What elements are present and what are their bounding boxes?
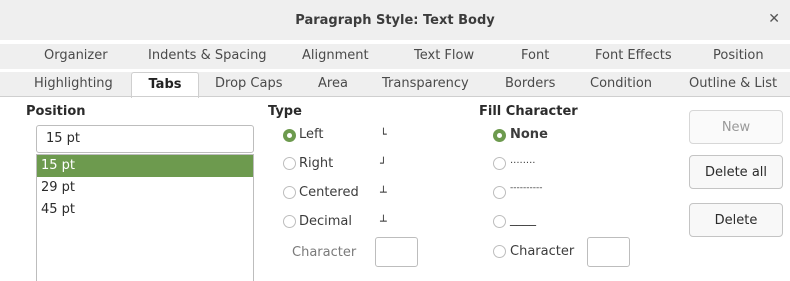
fill-underline-label: ____ [510,212,536,227]
type-right-radio[interactable] [283,157,296,170]
fill-dots-label: ........ [510,155,536,166]
tab-transparency[interactable]: Transparency [382,76,469,91]
position-input[interactable]: 15 pt [36,125,254,153]
tab-row-2: Highlighting Tabs Drop Caps Area Transpa… [0,72,790,98]
decimal-character-label: Character [292,245,357,260]
tab-text-flow[interactable]: Text Flow [414,48,474,63]
type-right-label: Right [299,156,334,171]
tab-right-icon: ┘ [380,157,387,170]
tab-drop-caps[interactable]: Drop Caps [215,76,282,91]
tab-alignment[interactable]: Alignment [302,48,369,63]
new-button[interactable]: New [689,110,783,144]
delete-all-button[interactable]: Delete all [689,155,783,189]
tab-area[interactable]: Area [318,76,348,91]
tab-decimal-icon: ┴ [380,215,387,228]
tab-row-1: Organizer Indents & Spacing Alignment Te… [0,44,790,69]
fill-underline-radio[interactable] [493,215,506,228]
type-centered-radio[interactable] [283,186,296,199]
tab-left-icon: └ [380,128,387,141]
delete-button[interactable]: Delete [689,203,783,237]
close-icon[interactable]: ✕ [768,11,780,27]
type-heading: Type [268,104,302,119]
tab-condition[interactable]: Condition [590,76,652,91]
tab-centered-icon: ┴ [380,186,387,199]
tab-indents-spacing[interactable]: Indents & Spacing [148,48,267,63]
type-centered-label: Centered [299,185,359,200]
type-decimal-radio[interactable] [283,215,296,228]
fill-dashes-radio[interactable] [493,186,506,199]
tab-position[interactable]: Position [713,48,764,63]
fill-character-label: Character [510,244,575,259]
tab-organizer[interactable]: Organizer [44,48,108,63]
title-bar: Paragraph Style: Text Body ✕ [0,0,790,40]
decimal-character-input[interactable] [375,237,418,267]
position-list[interactable]: 15 pt 29 pt 45 pt [36,154,254,281]
tab-font-effects[interactable]: Font Effects [595,48,672,63]
position-heading: Position [26,104,86,119]
list-item[interactable]: 45 pt [37,199,253,221]
list-item[interactable]: 29 pt [37,177,253,199]
window-title: Paragraph Style: Text Body [295,13,495,28]
fill-character-radio[interactable] [493,245,506,258]
tab-font[interactable]: Font [521,48,549,63]
tab-borders[interactable]: Borders [505,76,555,91]
tab-tabs[interactable]: Tabs [131,72,199,98]
fill-character-heading: Fill Character [479,104,578,119]
type-left-label: Left [299,127,324,142]
fill-character-input[interactable] [587,237,630,267]
tab-page-border [0,96,790,97]
fill-dots-radio[interactable] [493,157,506,170]
tab-highlighting[interactable]: Highlighting [34,76,113,91]
fill-none-label: None [510,127,548,142]
tab-outline-list[interactable]: Outline & List [689,76,777,91]
list-item[interactable]: 15 pt [37,155,253,177]
fill-none-radio[interactable] [493,129,506,142]
fill-dashes-label: ---------- [510,183,543,193]
type-decimal-label: Decimal [299,214,353,229]
type-left-radio[interactable] [283,129,296,142]
